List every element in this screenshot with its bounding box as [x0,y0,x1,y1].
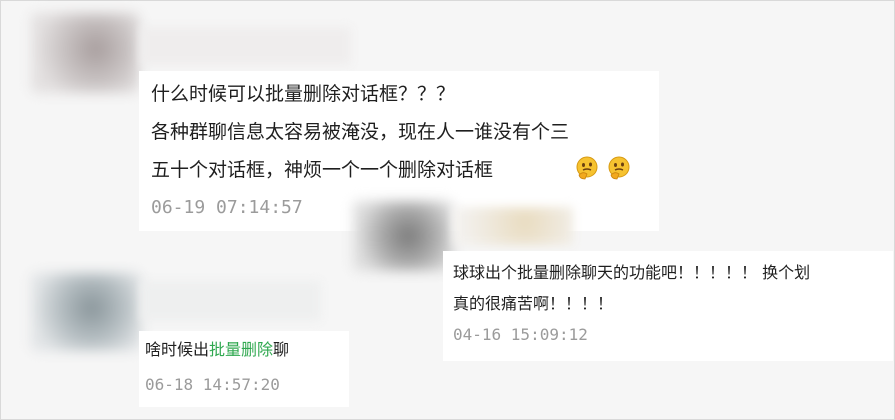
timestamp: 06-19 07:14:57 [151,197,303,218]
highlight-keyword[interactable]: 批量删除 [209,340,273,359]
thinking-face-icon [574,155,600,181]
avatar[interactable] [31,273,141,351]
comments-panel: 什么时候可以批量删除对话框？？？ 各种群聊信息太容易被淹没，现在人一谁没有个三 … [0,0,895,420]
avatar[interactable] [353,201,453,271]
comment-text-line: 五十个对话框，神烦一个一个删除对话框 [151,155,493,182]
timestamp: 04-16 15:09:12 [453,325,588,344]
comment-text-line: 真的很痛苦啊！！！！ [453,294,614,313]
comment-text: 啥时候出 [145,340,210,359]
comment-text-line: 什么时候可以批量删除对话框？？？ [151,83,456,105]
timestamp: 06-18 14:57:20 [145,375,280,394]
comment-text-line: 球球出个批量删除聊天的功能吧！！！！！ 换个划 [453,263,811,282]
username-blurred[interactable] [141,281,321,321]
avatar[interactable] [31,13,139,93]
comment-text: 五十个对话框，神烦一个一个删除对话框 [151,159,494,181]
comment-text-line: 各种群聊信息太容易被淹没，现在人一谁没有个三 [151,121,570,143]
thinking-face-icon [606,155,632,181]
username-blurred[interactable] [141,27,351,65]
comment-text-line: 啥时候出批量删除聊 [145,336,289,360]
comment-text: 聊 [273,340,290,359]
username-blurred[interactable] [453,207,573,245]
